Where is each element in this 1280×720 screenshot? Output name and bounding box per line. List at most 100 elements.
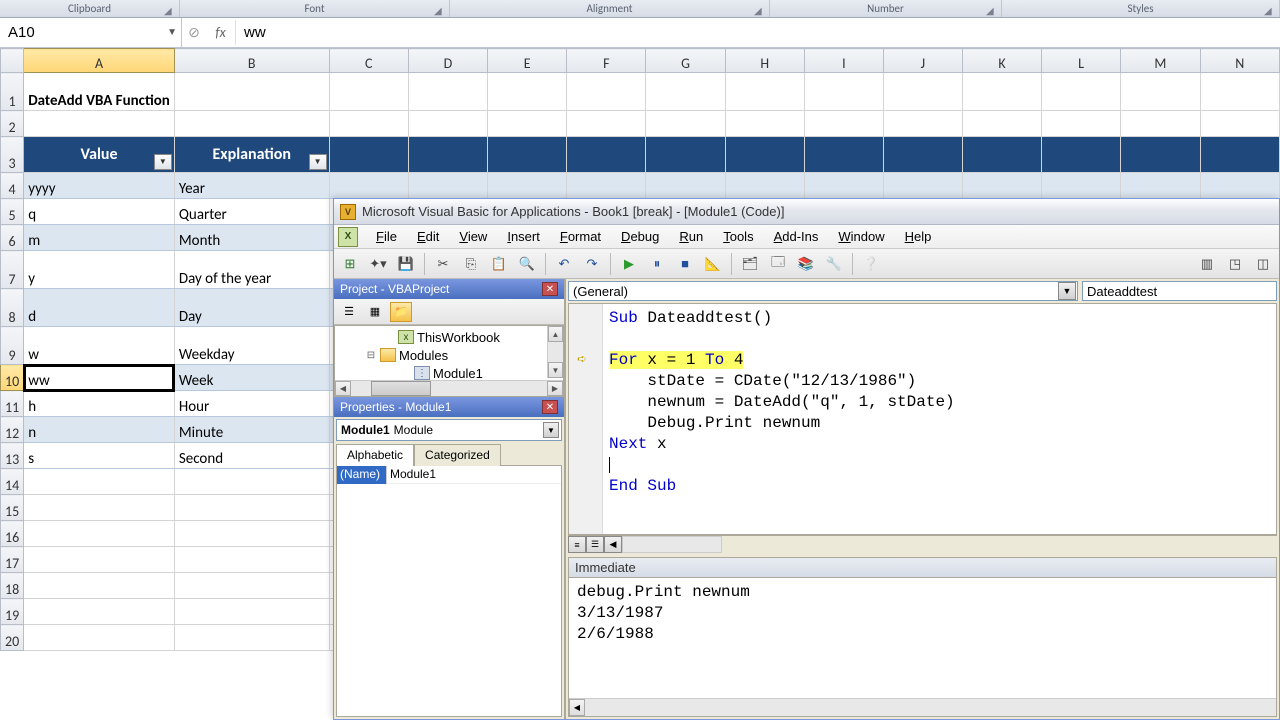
immediate-window[interactable]: Immediate debug.Print newnum 3/13/1987 2… bbox=[568, 557, 1277, 717]
cell-J4[interactable] bbox=[883, 173, 962, 199]
row-header-18[interactable]: 18 bbox=[1, 573, 24, 599]
help-button[interactable]: ❔ bbox=[859, 252, 883, 276]
cell-B14[interactable] bbox=[174, 469, 329, 495]
cell-G3[interactable] bbox=[646, 137, 725, 173]
row-header-14[interactable]: 14 bbox=[1, 469, 24, 495]
cell-A11[interactable]: h bbox=[24, 391, 175, 417]
formula-input[interactable]: ww bbox=[236, 24, 1280, 41]
cell-D3[interactable] bbox=[408, 137, 487, 173]
properties-pane-title[interactable]: Properties - Module1 ✕ bbox=[334, 397, 564, 417]
scroll-down-icon[interactable]: ▼ bbox=[548, 362, 563, 378]
project-explorer-button[interactable]: 🗂 bbox=[738, 252, 762, 276]
menu-format[interactable]: Format bbox=[550, 226, 611, 247]
row-header-3[interactable]: 3 bbox=[1, 137, 24, 173]
run-button[interactable]: ▶ bbox=[617, 252, 641, 276]
row-header-12[interactable]: 12 bbox=[1, 417, 24, 443]
cell-E4[interactable] bbox=[488, 173, 567, 199]
col-header-B[interactable]: B bbox=[174, 49, 329, 73]
cell-A10[interactable]: ww bbox=[24, 365, 175, 391]
dialog-launcher-icon[interactable]: ◢ bbox=[754, 4, 766, 16]
cell-B10[interactable]: Week bbox=[174, 365, 329, 391]
dialog-launcher-icon[interactable]: ◢ bbox=[1264, 4, 1276, 16]
menu-run[interactable]: Run bbox=[669, 226, 713, 247]
cell-A9[interactable]: w bbox=[24, 327, 175, 365]
row-header-11[interactable]: 11 bbox=[1, 391, 24, 417]
view-excel-button[interactable]: ⊞ bbox=[338, 252, 362, 276]
filter-icon[interactable]: ▼ bbox=[154, 154, 172, 170]
cut-button[interactable]: ✂ bbox=[431, 252, 455, 276]
menu-addins[interactable]: Add-Ins bbox=[764, 226, 829, 247]
cell-N2[interactable] bbox=[1200, 111, 1279, 137]
cell-J2[interactable] bbox=[883, 111, 962, 137]
row-header-15[interactable]: 15 bbox=[1, 495, 24, 521]
cell-B5[interactable]: Quarter bbox=[174, 199, 329, 225]
cell-F4[interactable] bbox=[567, 173, 646, 199]
row-header-13[interactable]: 13 bbox=[1, 443, 24, 469]
cell-G1[interactable] bbox=[646, 73, 725, 111]
view-code-icon[interactable]: ☰ bbox=[338, 302, 360, 322]
procedure-view-icon[interactable]: ≡ bbox=[568, 536, 586, 553]
row-header-16[interactable]: 16 bbox=[1, 521, 24, 547]
window-arrange-button[interactable]: ◫ bbox=[1251, 252, 1275, 276]
cell-K1[interactable] bbox=[962, 73, 1041, 111]
cell-I2[interactable] bbox=[804, 111, 883, 137]
cell-C3[interactable] bbox=[329, 137, 408, 173]
tree-item-module[interactable]: Module1 bbox=[433, 366, 483, 381]
immediate-body[interactable]: debug.Print newnum 3/13/1987 2/6/1988 bbox=[569, 578, 1276, 698]
cell-N1[interactable] bbox=[1200, 73, 1279, 111]
cell-I4[interactable] bbox=[804, 173, 883, 199]
cell-A3[interactable]: Value▼ bbox=[24, 137, 175, 173]
menu-window[interactable]: Window bbox=[828, 226, 894, 247]
tree-item-workbook[interactable]: ThisWorkbook bbox=[417, 330, 500, 345]
excel-return-icon[interactable]: X bbox=[338, 227, 358, 247]
cell-F2[interactable] bbox=[567, 111, 646, 137]
cell-A20[interactable] bbox=[24, 625, 175, 651]
cell-C1[interactable] bbox=[329, 73, 408, 111]
cell-K2[interactable] bbox=[962, 111, 1041, 137]
full-view-icon[interactable]: ☰ bbox=[586, 536, 604, 553]
tree-item-folder[interactable]: Modules bbox=[399, 348, 448, 363]
cell-M2[interactable] bbox=[1121, 111, 1200, 137]
row-header-9[interactable]: 9 bbox=[1, 327, 24, 365]
menu-file[interactable]: File bbox=[366, 226, 407, 247]
insert-function-button[interactable]: fx bbox=[206, 20, 236, 45]
cell-B3[interactable]: Explanation▼ bbox=[174, 137, 329, 173]
col-header-G[interactable]: G bbox=[646, 49, 725, 73]
cell-K3[interactable] bbox=[962, 137, 1041, 173]
name-box-dropdown-icon[interactable]: ▼ bbox=[167, 27, 177, 38]
object-browser-button[interactable]: 📚 bbox=[794, 252, 818, 276]
toolbox-button[interactable]: 🔧 bbox=[822, 252, 846, 276]
cell-A19[interactable] bbox=[24, 599, 175, 625]
paste-button[interactable]: 📋 bbox=[487, 252, 511, 276]
cell-H4[interactable] bbox=[725, 173, 804, 199]
scroll-thumb[interactable] bbox=[371, 381, 431, 396]
dialog-launcher-icon[interactable]: ◢ bbox=[986, 4, 998, 16]
cell-A2[interactable] bbox=[24, 111, 175, 137]
dialog-launcher-icon[interactable]: ◢ bbox=[164, 4, 176, 16]
tree-toggle-icon[interactable]: ⊟ bbox=[365, 350, 377, 361]
cell-B8[interactable]: Day bbox=[174, 289, 329, 327]
vbe-titlebar[interactable]: V Microsoft Visual Basic for Application… bbox=[334, 199, 1279, 225]
cell-B13[interactable]: Second bbox=[174, 443, 329, 469]
name-box[interactable]: A10 ▼ bbox=[0, 18, 182, 47]
cell-L4[interactable] bbox=[1042, 173, 1121, 199]
row-header-6[interactable]: 6 bbox=[1, 225, 24, 251]
cell-A5[interactable]: q bbox=[24, 199, 175, 225]
cell-J1[interactable] bbox=[883, 73, 962, 111]
cell-L1[interactable] bbox=[1042, 73, 1121, 111]
copy-button[interactable]: ⎘ bbox=[459, 252, 483, 276]
project-tree[interactable]: x ThisWorkbook ⊟ Modules ⋮ Module1 ▲▼ ◀▶ bbox=[334, 325, 564, 397]
cell-A15[interactable] bbox=[24, 495, 175, 521]
redo-button[interactable]: ↷ bbox=[580, 252, 604, 276]
find-button[interactable]: 🔍 bbox=[515, 252, 539, 276]
cell-M3[interactable] bbox=[1121, 137, 1200, 173]
col-header-L[interactable]: L bbox=[1042, 49, 1121, 73]
project-close-icon[interactable]: ✕ bbox=[542, 282, 558, 296]
tab-alphabetic[interactable]: Alphabetic bbox=[336, 444, 414, 466]
cell-D1[interactable] bbox=[408, 73, 487, 111]
cell-A14[interactable] bbox=[24, 469, 175, 495]
row-header-5[interactable]: 5 bbox=[1, 199, 24, 225]
cell-B7[interactable]: Day of the year bbox=[174, 251, 329, 289]
properties-button[interactable]: 🗔 bbox=[766, 252, 790, 276]
scroll-left-icon[interactable]: ◀ bbox=[604, 536, 622, 553]
